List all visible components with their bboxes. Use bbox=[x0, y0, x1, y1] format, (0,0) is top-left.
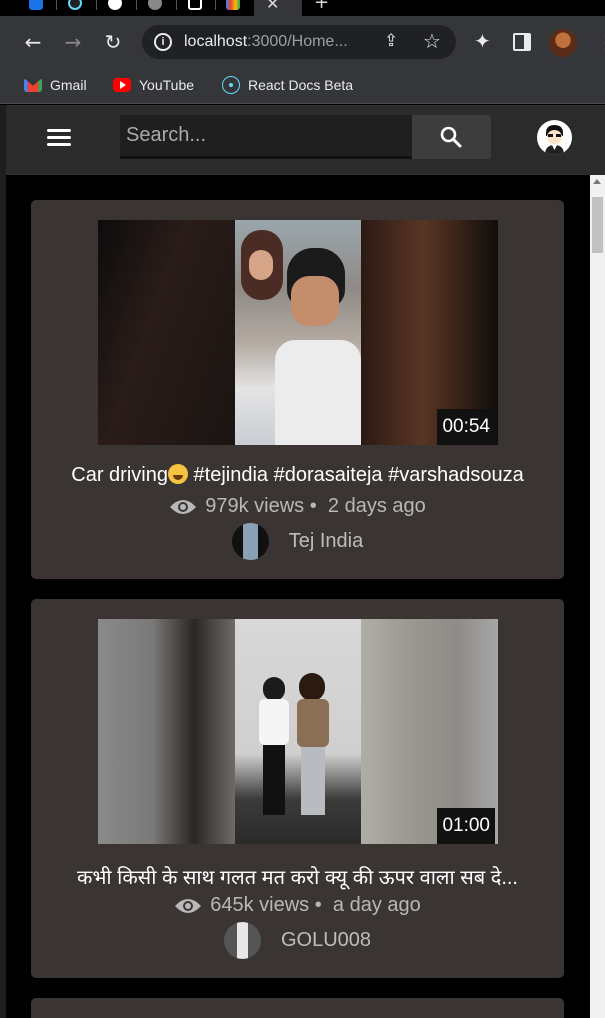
video-meta: 645k views • a day ago bbox=[31, 894, 564, 917]
share-icon[interactable]: ⇪ bbox=[384, 31, 398, 51]
view-count: 645k views bbox=[210, 894, 310, 916]
user-avatar[interactable] bbox=[537, 120, 572, 155]
gmail-icon bbox=[24, 78, 42, 92]
search-button[interactable] bbox=[412, 115, 491, 159]
laughing-emoji-icon bbox=[167, 464, 188, 484]
address-bar[interactable]: i localhost:3000/Home... ⇪ ☆ bbox=[142, 25, 456, 59]
page-scrollbar[interactable] bbox=[590, 175, 605, 1018]
channel-avatar[interactable] bbox=[223, 921, 261, 959]
scroll-thumb[interactable] bbox=[592, 197, 603, 253]
channel-name[interactable]: GOLU008 bbox=[281, 929, 371, 952]
channel-row[interactable]: GOLU008 bbox=[31, 921, 564, 959]
channel-row[interactable]: Tej India bbox=[31, 522, 564, 560]
search-input[interactable] bbox=[120, 115, 412, 159]
tab-divider bbox=[176, 0, 177, 10]
video-title[interactable]: कभी किसी के साथ गलत मत करो क्यू की ऊपर व… bbox=[31, 863, 564, 890]
eye-icon bbox=[170, 500, 197, 514]
video-thumbnail[interactable]: 00:54 bbox=[98, 220, 498, 445]
tab-favicon-4[interactable] bbox=[148, 0, 162, 10]
forward-arrow-icon[interactable]: → bbox=[61, 30, 85, 54]
video-title[interactable]: Car driving #tejindia #dorasaiteja #vars… bbox=[31, 464, 564, 487]
address-path: :3000/Home... bbox=[247, 33, 348, 50]
video-duration: 00:54 bbox=[437, 409, 495, 445]
bookmark-label: React Docs Beta bbox=[248, 77, 354, 93]
video-title-text: Car driving bbox=[71, 464, 168, 486]
tab-favicon-5[interactable] bbox=[188, 0, 202, 10]
tab-divider bbox=[215, 0, 216, 10]
upload-age: a day ago bbox=[332, 894, 421, 916]
meta-separator: • bbox=[309, 495, 317, 517]
video-thumbnail[interactable]: 01:00 bbox=[98, 619, 498, 844]
bookmark-label: Gmail bbox=[50, 77, 87, 93]
search-icon bbox=[440, 126, 462, 148]
tab-favicon-6[interactable] bbox=[226, 0, 240, 10]
video-card[interactable]: 01:00 कभी किसी के साथ गलत मत करो क्यू की… bbox=[31, 599, 564, 978]
extensions-puzzle-icon[interactable]: ✦ bbox=[474, 29, 491, 53]
scroll-up-arrow-icon[interactable] bbox=[593, 179, 601, 184]
devtools-edge bbox=[0, 105, 6, 1018]
video-card-partial[interactable] bbox=[31, 998, 564, 1018]
back-arrow-icon[interactable]: ← bbox=[21, 30, 45, 54]
video-title-text: कभी किसी के साथ गलत मत करो क्यू की ऊपर व… bbox=[76, 867, 518, 889]
bookmark-label: YouTube bbox=[139, 77, 195, 93]
tab-close-icon[interactable]: ✕ bbox=[266, 0, 279, 13]
app-header bbox=[6, 105, 605, 175]
bookmarks-bar: Gmail YouTube React Docs Beta bbox=[0, 68, 605, 104]
thumbnail-image bbox=[235, 220, 361, 445]
tab-strip: ✕ + bbox=[0, 0, 605, 16]
tab-favicon-github[interactable] bbox=[108, 0, 122, 10]
video-meta: 979k views • 2 days ago bbox=[31, 495, 564, 518]
site-info-icon[interactable]: i bbox=[154, 33, 172, 51]
browser-menu-icon[interactable]: ⋮ bbox=[596, 30, 605, 54]
channel-avatar[interactable] bbox=[231, 522, 269, 560]
video-duration: 01:00 bbox=[437, 808, 495, 844]
bookmark-gmail[interactable]: Gmail bbox=[24, 74, 87, 96]
new-tab-icon[interactable]: + bbox=[314, 0, 329, 13]
tab-favicon-1[interactable] bbox=[29, 0, 43, 10]
bookmark-star-icon[interactable]: ☆ bbox=[423, 29, 441, 53]
upload-age: 2 days ago bbox=[327, 495, 426, 517]
thumbnail-image bbox=[235, 619, 361, 844]
page-viewport: 00:54 Car driving #tejindia #dorasaiteja… bbox=[0, 105, 605, 1018]
view-count: 979k views bbox=[205, 495, 305, 517]
menu-icon[interactable] bbox=[47, 129, 71, 147]
address-host: localhost bbox=[184, 33, 248, 50]
tab-favicon-react[interactable] bbox=[68, 0, 82, 10]
cartoon-avatar-icon bbox=[545, 125, 564, 155]
thumbnail-blur-left bbox=[98, 619, 235, 844]
address-text[interactable]: localhost:3000/Home... bbox=[184, 33, 348, 51]
browser-window: ✕ + ← → ↻ i localhost:3000/Home... ⇪ ☆ ✦… bbox=[0, 0, 605, 1018]
channel-name[interactable]: Tej India bbox=[289, 530, 364, 553]
bookmark-react-docs[interactable]: React Docs Beta bbox=[222, 74, 353, 96]
video-card[interactable]: 00:54 Car driving #tejindia #dorasaiteja… bbox=[31, 200, 564, 579]
browser-profile-avatar[interactable] bbox=[549, 29, 577, 57]
tab-divider bbox=[96, 0, 97, 10]
react-icon bbox=[222, 76, 240, 94]
tab-divider bbox=[136, 0, 137, 10]
tab-divider bbox=[56, 0, 57, 10]
bookmark-youtube[interactable]: YouTube bbox=[113, 74, 194, 96]
reload-icon[interactable]: ↻ bbox=[101, 30, 125, 54]
meta-separator: • bbox=[314, 894, 322, 916]
side-panel-icon[interactable] bbox=[513, 33, 531, 51]
thumbnail-blur-left bbox=[98, 220, 235, 445]
youtube-icon bbox=[113, 78, 131, 92]
eye-icon bbox=[175, 899, 202, 913]
video-title-tags: #tejindia #dorasaiteja #varshadsouza bbox=[187, 464, 524, 486]
browser-toolbar: ← → ↻ i localhost:3000/Home... ⇪ ☆ ✦ ⋮ bbox=[0, 16, 605, 68]
